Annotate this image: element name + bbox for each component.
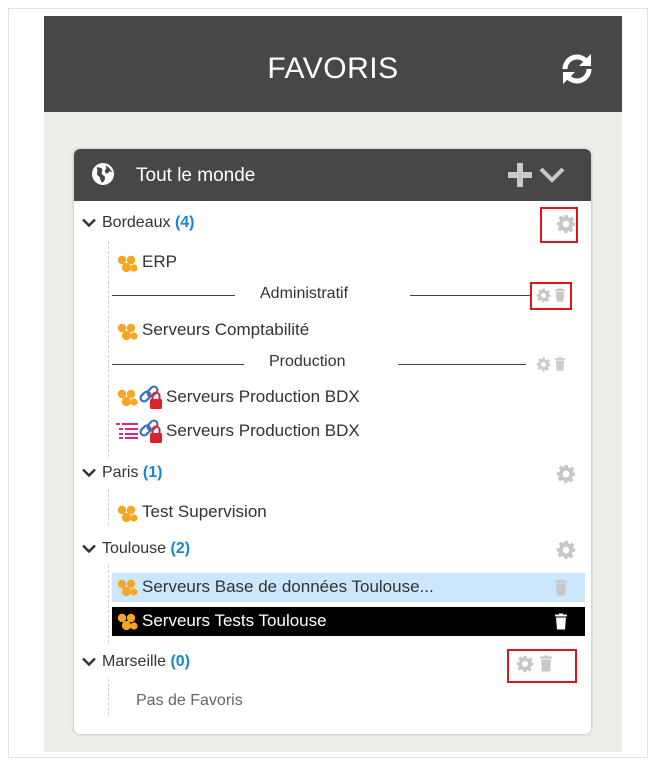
item-label: Serveurs Production BDX (166, 387, 360, 406)
favorites-panel: FAVORIS Tout le monde Bordeaux (4) ERP A… (44, 16, 622, 752)
group-icon (116, 323, 138, 341)
group-paris[interactable]: Paris (1) (82, 462, 582, 486)
highlight-box (540, 207, 578, 243)
item-label: Serveurs Comptabilité (142, 320, 310, 339)
group-label: Paris (1) (102, 464, 162, 482)
trash-icon[interactable] (555, 579, 567, 596)
favorite-item[interactable]: Serveurs Comptabilité (116, 319, 536, 343)
separator-label: Production (269, 353, 346, 370)
chevron-down-icon[interactable] (82, 544, 96, 554)
empty-state-text: Pas de Favoris (136, 692, 243, 709)
favorite-item[interactable]: ERP (116, 251, 536, 275)
gear-icon[interactable] (556, 540, 576, 560)
group-bordeaux[interactable]: Bordeaux (4) (82, 212, 582, 236)
group-label: Toulouse (2) (102, 540, 190, 558)
group-label: Bordeaux (4) (102, 214, 195, 232)
group-count: (0) (170, 653, 191, 670)
trash-icon[interactable] (555, 357, 565, 371)
favorite-item-selected[interactable]: Serveurs Tests Toulouse (112, 607, 585, 636)
group-label: Marseille (0) (102, 653, 190, 671)
link-lock-icon (138, 384, 164, 410)
group-count: (2) (170, 540, 191, 557)
globe-icon (92, 163, 114, 185)
group-icon (116, 389, 138, 407)
plus-icon[interactable] (506, 162, 534, 188)
separator-line (112, 295, 235, 296)
list-icon (116, 422, 138, 440)
separator-line (410, 295, 530, 296)
chevron-down-icon[interactable] (538, 164, 566, 186)
favorites-card: Tout le monde Bordeaux (4) ERP Administr… (74, 149, 591, 734)
refresh-icon[interactable] (558, 52, 596, 86)
favorite-item-hovered[interactable]: Serveurs Base de données Toulouse... (112, 573, 585, 602)
favorite-item[interactable]: Serveurs Production BDX (116, 384, 536, 410)
group-name: Bordeaux (102, 214, 171, 231)
tree-guide-line (108, 241, 109, 457)
separator-label: Administratif (260, 285, 349, 302)
group-count: (1) (142, 464, 163, 481)
chevron-down-icon[interactable] (82, 657, 96, 667)
group-count: (4) (174, 214, 195, 231)
separator-line (398, 364, 526, 365)
favorite-item[interactable]: Serveurs Production BDX (116, 418, 536, 444)
item-label: ERP (142, 252, 177, 271)
link-lock-icon (138, 418, 164, 444)
group-icon (116, 613, 138, 631)
highlight-box (507, 649, 577, 683)
group-icon (116, 255, 138, 273)
item-label: Serveurs Tests Toulouse (142, 611, 327, 630)
card-title: Tout le monde (136, 165, 256, 186)
group-icon (116, 505, 138, 523)
gear-icon[interactable] (556, 464, 576, 484)
panel-header: FAVORIS (44, 16, 622, 112)
tree-guide-line (108, 679, 109, 715)
separator-line (112, 364, 244, 365)
chevron-down-icon[interactable] (82, 468, 96, 478)
chevron-down-icon[interactable] (82, 218, 96, 228)
favorite-item[interactable]: Test Supervision (116, 501, 536, 525)
group-name: Marseille (102, 653, 167, 670)
trash-icon[interactable] (555, 613, 567, 630)
item-label: Test Supervision (142, 502, 267, 521)
item-label: Serveurs Production BDX (166, 421, 360, 440)
page-title: FAVORIS (267, 52, 399, 85)
group-name: Paris (102, 464, 139, 481)
group-name: Toulouse (102, 540, 167, 557)
gear-icon[interactable] (536, 357, 551, 372)
highlight-box (530, 282, 572, 310)
item-label: Serveurs Base de données Toulouse... (142, 577, 434, 596)
tree-guide-line (108, 489, 109, 525)
group-toulouse[interactable]: Toulouse (2) (82, 538, 582, 562)
group-icon (116, 579, 138, 597)
tree-guide-line (108, 565, 109, 643)
card-header: Tout le monde (74, 149, 591, 201)
